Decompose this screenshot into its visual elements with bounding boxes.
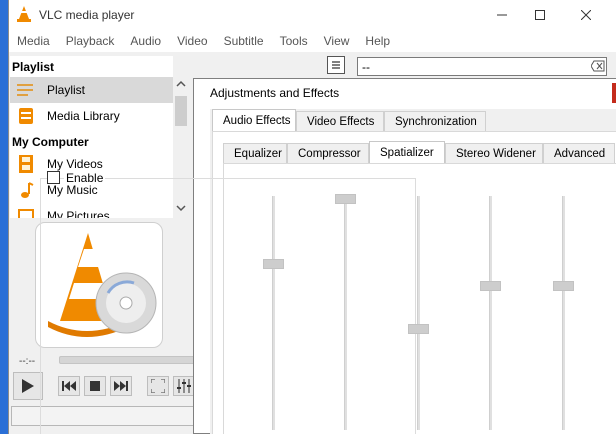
dialog-title: Adjustments and Effects (210, 86, 340, 100)
sidebar-item-label: Playlist (47, 83, 86, 97)
menu-subtitle[interactable]: Subtitle (216, 34, 272, 48)
minimize-icon (497, 14, 507, 16)
playlist-view-button[interactable] (327, 56, 345, 74)
music-note-icon (15, 180, 37, 200)
title-bar: VLC media player (9, 0, 616, 30)
main-tabs: Audio Effects Video Effects Synchronizat… (212, 109, 486, 131)
tab-advanced[interactable]: Advanced (543, 143, 615, 163)
tab-equalizer[interactable]: Equalizer (223, 143, 287, 163)
my-computer-header: My Computer (12, 135, 89, 149)
tab-compressor[interactable]: Compressor (287, 143, 369, 163)
sidebar-item-media-library[interactable]: Media Library (10, 103, 173, 129)
vlc-cone-icon (17, 6, 31, 22)
scroll-up-icon[interactable] (176, 80, 186, 88)
clear-search-icon[interactable] (591, 60, 605, 72)
maximize-icon (535, 10, 545, 20)
audio-sub-tabs: Equalizer Compressor Spatializer Stereo … (223, 141, 615, 163)
film-icon (15, 154, 37, 174)
slider-handle[interactable] (480, 280, 501, 291)
menu-video[interactable]: Video (169, 34, 215, 48)
slider-handle[interactable] (553, 280, 574, 291)
sidebar-item-label: My Videos (47, 157, 103, 171)
maximize-button[interactable] (517, 0, 563, 30)
close-button[interactable] (563, 0, 609, 30)
enable-checkbox[interactable] (47, 171, 60, 184)
menu-audio[interactable]: Audio (122, 34, 169, 48)
list-icon (332, 61, 340, 69)
tab-audio-effects[interactable]: Audio Effects (212, 109, 296, 131)
slider-handle[interactable] (408, 324, 429, 335)
tab-video-effects[interactable]: Video Effects (296, 111, 384, 131)
elapsed-time: --:-- (19, 356, 36, 367)
search-input[interactable] (357, 57, 607, 76)
play-icon (22, 379, 34, 393)
tab-synchronization[interactable]: Synchronization (384, 111, 486, 131)
playlist-header: Playlist (12, 60, 55, 74)
sidebar-item-label: Media Library (47, 109, 120, 123)
slider-track[interactable] (272, 196, 275, 430)
slider-track[interactable] (344, 196, 347, 430)
close-icon (581, 10, 591, 20)
menu-bar: Media Playback Audio Video Subtitle Tool… (9, 30, 616, 52)
enable-label: Enable (64, 171, 106, 185)
menu-media[interactable]: Media (9, 34, 58, 48)
tab-stereo-widener[interactable]: Stereo Widener (445, 143, 543, 163)
slider-track[interactable] (562, 196, 565, 430)
slider-handle[interactable] (263, 259, 284, 270)
window-title: VLC media player (39, 8, 135, 22)
sidebar-item-playlist[interactable]: Playlist (10, 77, 173, 103)
pictures-icon (15, 206, 37, 218)
play-button[interactable] (13, 372, 43, 400)
slider-track[interactable] (417, 196, 420, 430)
menu-playback[interactable]: Playback (58, 34, 123, 48)
menu-view[interactable]: View (316, 34, 358, 48)
menu-tools[interactable]: Tools (272, 34, 316, 48)
slider-handle[interactable] (335, 194, 356, 204)
tab-spatializer[interactable]: Spatializer (369, 141, 445, 163)
slider-track[interactable] (489, 196, 492, 430)
scrollbar-thumb[interactable] (175, 96, 187, 126)
playlist-icon (15, 80, 37, 100)
dialog-close-button[interactable] (612, 83, 616, 103)
menu-help[interactable]: Help (357, 34, 398, 48)
spatializer-group (40, 178, 416, 434)
media-library-icon (15, 106, 37, 126)
playlist-toolbar (327, 56, 616, 76)
